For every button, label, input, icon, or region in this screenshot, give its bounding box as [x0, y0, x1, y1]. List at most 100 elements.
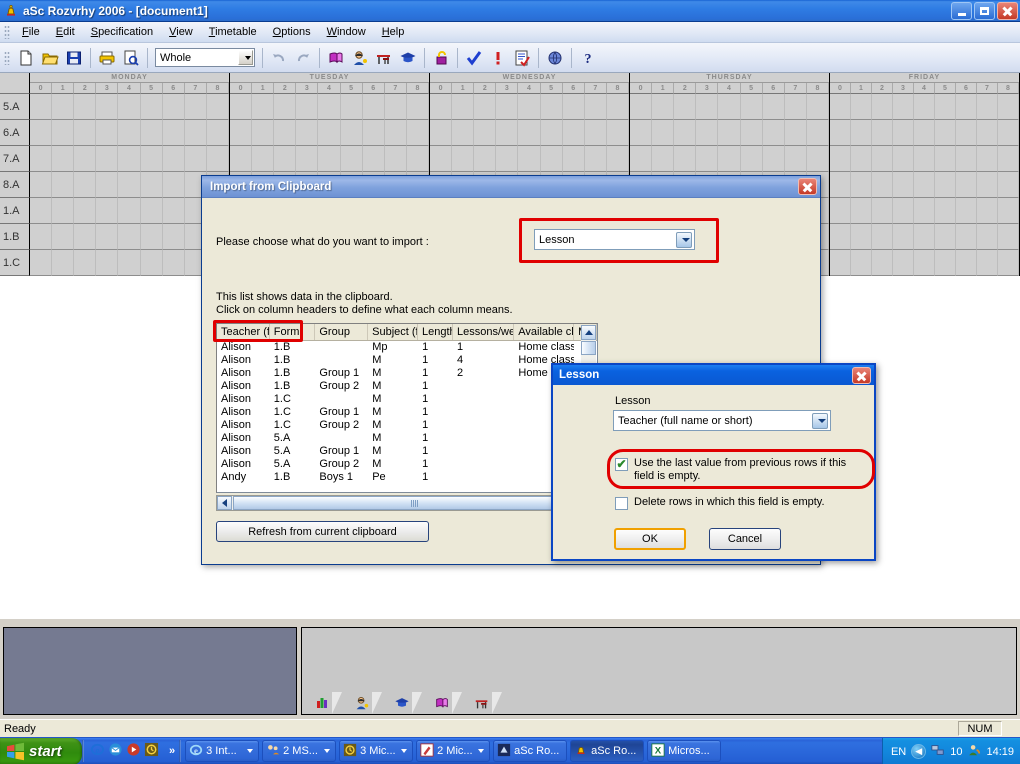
period-label[interactable]: 5 — [740, 83, 763, 94]
column-header[interactable]: Length — [418, 324, 453, 340]
timetable-cell[interactable] — [806, 94, 829, 120]
chevron-down-icon[interactable] — [238, 50, 253, 65]
timetable-cell[interactable] — [162, 250, 185, 276]
timetable-cell[interactable] — [184, 94, 207, 120]
period-label[interactable]: 8 — [406, 83, 429, 94]
timetable-cell[interactable] — [872, 94, 893, 120]
list-horizontal-scrollbar[interactable] — [216, 495, 598, 511]
timetable-cell[interactable] — [652, 146, 675, 172]
timetable-cell[interactable] — [893, 224, 914, 250]
timetable-cell[interactable] — [606, 146, 629, 172]
internet-explorer-icon[interactable]: e — [90, 742, 105, 760]
period-label[interactable]: 2 — [474, 83, 497, 94]
timetable-cell[interactable] — [118, 224, 141, 250]
timetable-cell[interactable] — [118, 146, 141, 172]
chevron-down-icon[interactable] — [401, 749, 408, 753]
timetable-cell[interactable] — [184, 120, 207, 146]
timetable-cell[interactable] — [584, 120, 607, 146]
timetable-cell[interactable] — [652, 94, 675, 120]
taskbar-button[interactable]: 2 MS... — [262, 740, 337, 762]
period-label[interactable]: 8 — [206, 83, 229, 94]
subjects-book-icon[interactable] — [324, 46, 348, 70]
timetable-cell[interactable] — [296, 94, 319, 120]
timetable-cell[interactable] — [162, 146, 185, 172]
timetable-cell[interactable] — [977, 146, 998, 172]
timetable-cell[interactable] — [230, 94, 253, 120]
timetable-cell[interactable] — [740, 120, 763, 146]
import-dialog-close-icon[interactable] — [798, 178, 817, 195]
subjects-book-icon[interactable] — [422, 692, 462, 714]
period-label[interactable]: 4 — [718, 83, 741, 94]
timetable-cell[interactable] — [140, 94, 163, 120]
classrooms-desk-icon[interactable] — [462, 692, 502, 714]
timetable-cell[interactable] — [674, 94, 697, 120]
close-button[interactable] — [997, 2, 1018, 20]
timetable-cell[interactable] — [406, 94, 429, 120]
row-label-1-B[interactable]: 1.B — [0, 224, 30, 250]
row-label-1-C[interactable]: 1.C — [0, 250, 30, 276]
timetable-cell[interactable] — [652, 120, 675, 146]
period-label[interactable]: 3 — [696, 83, 719, 94]
timetable-cell[interactable] — [518, 146, 541, 172]
period-label[interactable]: 1 — [851, 83, 872, 94]
timetable-cell[interactable] — [162, 94, 185, 120]
timetable-cell[interactable] — [118, 120, 141, 146]
period-label[interactable]: 6 — [162, 83, 185, 94]
table-row[interactable]: Alison 1.C Group 2 M 1 — [217, 419, 597, 432]
import-type-combo[interactable]: Lesson — [534, 229, 695, 250]
clipboard-list-body[interactable]: Alison1.BMp11Home class...Alison1.BM14Ho… — [217, 341, 597, 489]
table-row[interactable]: Alison1.BM14Home class... — [217, 354, 597, 367]
timetable-cell[interactable] — [872, 146, 893, 172]
timetable-cell[interactable] — [74, 120, 97, 146]
timetable-cell[interactable] — [630, 146, 653, 172]
timetable-cell[interactable] — [956, 146, 977, 172]
timetable-cell[interactable] — [206, 120, 229, 146]
timetable-cell[interactable] — [96, 224, 119, 250]
asc-timetable-icon[interactable] — [144, 742, 159, 760]
timetable-cell[interactable] — [562, 120, 585, 146]
timetable-cell[interactable] — [998, 120, 1019, 146]
timetable-cell[interactable] — [562, 94, 585, 120]
timetable-cell[interactable] — [956, 250, 977, 276]
timetable-cell[interactable] — [340, 94, 363, 120]
timetable-cell[interactable] — [362, 146, 385, 172]
timetable-cell[interactable] — [851, 250, 872, 276]
chevron-down-icon[interactable] — [812, 413, 828, 429]
table-row[interactable]: Alison 5.A Group 2 M 1 — [217, 458, 597, 471]
column-header[interactable]: Available cl... — [514, 324, 575, 340]
timetable-cell[interactable] — [274, 94, 297, 120]
timetable-cell[interactable] — [696, 146, 719, 172]
timetable-cell[interactable] — [977, 250, 998, 276]
timetable-cell[interactable] — [452, 94, 475, 120]
preview-pane[interactable] — [3, 627, 297, 715]
timetable-cell[interactable] — [674, 120, 697, 146]
timetable-cell[interactable] — [274, 146, 297, 172]
period-label[interactable]: 4 — [318, 83, 341, 94]
timetable-cell[interactable] — [74, 146, 97, 172]
timetable-cell[interactable] — [830, 198, 851, 224]
clipboard-data-list[interactable]: Teacher (full...FormGroupSubject (full .… — [216, 323, 598, 493]
timetable-cell[interactable] — [52, 94, 75, 120]
timetable-cell[interactable] — [893, 120, 914, 146]
timetable-cell[interactable] — [977, 172, 998, 198]
timetable-cell[interactable] — [162, 120, 185, 146]
table-row[interactable]: Alison 5.A Group 1 M 1 — [217, 445, 597, 458]
timetable-cell[interactable] — [30, 94, 53, 120]
timetable-cell[interactable] — [252, 146, 275, 172]
period-label[interactable]: 6 — [362, 83, 385, 94]
classes-cap-icon[interactable] — [382, 692, 422, 714]
timetable-cell[interactable] — [118, 250, 141, 276]
timetable-cell[interactable] — [140, 250, 163, 276]
scroll-left-icon[interactable] — [217, 496, 232, 510]
taskbar-button[interactable]: 3 Mic... — [339, 740, 414, 762]
timetable-cell[interactable] — [935, 250, 956, 276]
timetable-cell[interactable] — [674, 146, 697, 172]
timetable-cell[interactable] — [914, 250, 935, 276]
lesson-cancel-button[interactable]: Cancel — [709, 528, 781, 550]
redo-icon[interactable] — [291, 46, 315, 70]
taskbar-button[interactable]: aSc Ro... — [493, 740, 568, 762]
timetable-cell[interactable] — [74, 224, 97, 250]
restore-button[interactable] — [974, 2, 995, 20]
timetable-cell[interactable] — [140, 146, 163, 172]
timetable-cell[interactable] — [30, 172, 53, 198]
